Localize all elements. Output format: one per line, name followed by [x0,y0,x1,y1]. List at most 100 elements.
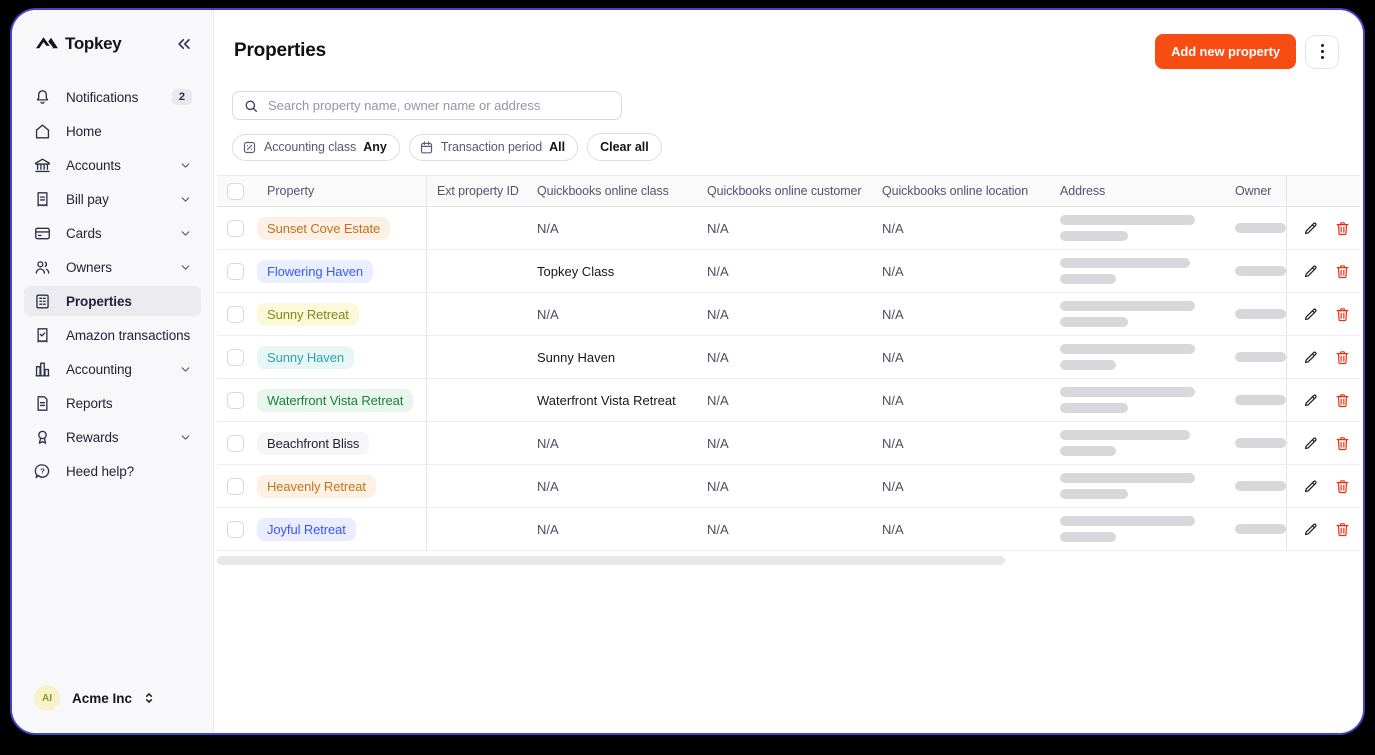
sidebar-item-cards[interactable]: Cards [24,218,201,248]
trash-icon[interactable] [1334,306,1351,323]
property-name-pill[interactable]: Sunny Haven [257,345,354,369]
address-cell [1050,473,1225,499]
home-icon [33,122,52,141]
quickbooks-customer-cell: N/A [707,220,729,236]
address-cell [1050,258,1225,284]
quickbooks-location-cell: N/A [882,435,904,451]
row-actions [1287,263,1360,280]
property-name-pill[interactable]: Sunny Retreat [257,302,359,326]
kebab-menu-button[interactable] [1305,34,1339,69]
address-skeleton [1060,516,1195,526]
sidebar-item-label: Cards [66,225,102,241]
org-avatar: AI [34,685,60,711]
address-cell [1050,516,1225,542]
pencil-icon[interactable] [1302,521,1319,538]
trash-icon[interactable] [1334,521,1351,538]
property-name-pill[interactable]: Heavenly Retreat [257,474,376,498]
address-skeleton [1060,473,1195,483]
quickbooks-customer-cell: N/A [707,478,729,494]
sidebar-item-amazon-transactions[interactable]: Amazon transactions [24,320,201,350]
sidebar-item-label: Accounts [66,157,121,173]
table-row: Sunset Cove Estate N/A N/A N/A [217,207,1360,250]
double-chevron-left-icon[interactable] [175,35,193,53]
pencil-icon[interactable] [1302,478,1319,495]
transaction-period-filter-chip[interactable]: Transaction period All [408,133,579,161]
property-name-pill[interactable]: Flowering Haven [257,259,374,283]
scrollbar-thumb[interactable] [217,556,1005,565]
trash-icon[interactable] [1334,392,1351,409]
property-cell: Waterfront Vista Retreat [217,379,427,421]
pencil-icon[interactable] [1302,349,1319,366]
table-header: Property Ext property ID Quickbooks onli… [217,175,1360,207]
pencil-icon[interactable] [1302,220,1319,237]
quickbooks-location-cell: N/A [882,220,904,236]
row-checkbox[interactable] [227,262,244,280]
row-checkbox[interactable] [227,219,244,237]
property-cell: Beachfront Bliss [217,422,427,464]
property-name-pill[interactable]: Waterfront Vista Retreat [257,388,414,412]
owner-cell [1225,508,1287,550]
trash-icon[interactable] [1334,263,1351,280]
sidebar-item-owners[interactable]: Owners [24,252,201,282]
sidebar-item-home[interactable]: Home [24,116,201,146]
pencil-icon[interactable] [1302,306,1319,323]
owner-skeleton [1235,223,1286,233]
sidebar-item-accounting[interactable]: Accounting [24,354,201,384]
calendar-icon [419,140,434,155]
table-row: Joyful Retreat N/A N/A N/A [217,508,1360,551]
row-actions [1287,478,1360,495]
property-cell: Sunny Retreat [217,293,427,335]
trash-icon[interactable] [1334,220,1351,237]
trash-icon[interactable] [1334,478,1351,495]
document-icon [33,394,52,413]
bell-icon [33,88,52,107]
column-header: Property [267,184,315,198]
sidebar-item-accounts[interactable]: Accounts [24,150,201,180]
mountain-logo-icon [36,35,58,53]
owner-skeleton [1235,481,1286,491]
clear-all-button[interactable]: Clear all [587,133,662,161]
table-row: Sunny Retreat N/A N/A N/A [217,293,1360,336]
row-checkbox[interactable] [227,520,244,538]
row-checkbox[interactable] [227,434,244,452]
address-skeleton [1060,489,1128,499]
owner-skeleton [1235,524,1286,534]
address-cell [1050,215,1225,241]
sidebar-item-heed-help[interactable]: ? Heed help? [24,456,201,486]
quickbooks-class-cell: N/A [537,435,559,451]
row-actions [1287,220,1360,237]
accounting-class-filter-chip[interactable]: Accounting class Any [232,133,400,161]
trash-icon[interactable] [1334,435,1351,452]
add-new-property-button[interactable]: Add new property [1155,34,1296,69]
brand-row: Topkey [12,10,213,72]
sidebar-item-properties[interactable]: Properties [24,286,201,316]
quickbooks-class-cell: Waterfront Vista Retreat [537,392,676,408]
property-name-pill[interactable]: Sunset Cove Estate [257,216,391,240]
trash-icon[interactable] [1334,349,1351,366]
row-actions [1287,306,1360,323]
address-skeleton [1060,231,1128,241]
quickbooks-location-cell: N/A [882,306,904,322]
sidebar-item-bill-pay[interactable]: Bill pay [24,184,201,214]
quickbooks-customer-cell: N/A [707,392,729,408]
pencil-icon[interactable] [1302,392,1319,409]
column-header: Owner [1225,176,1287,206]
sidebar-item-reports[interactable]: Reports [24,388,201,418]
row-checkbox[interactable] [227,305,244,323]
select-all-checkbox[interactable] [227,182,244,200]
property-name-pill[interactable]: Beachfront Bliss [257,431,370,455]
bar-chart-icon [33,360,52,379]
filter-value: All [549,140,566,154]
org-switcher[interactable]: AI Acme Inc [12,667,213,733]
row-checkbox[interactable] [227,348,244,366]
row-checkbox[interactable] [227,391,244,409]
pencil-icon[interactable] [1302,435,1319,452]
sidebar-item-rewards[interactable]: Rewards [24,422,201,452]
property-name-pill[interactable]: Joyful Retreat [257,517,356,541]
org-name: Acme Inc [72,690,133,706]
pencil-icon[interactable] [1302,263,1319,280]
row-checkbox[interactable] [227,477,244,495]
quickbooks-class-cell: N/A [537,478,559,494]
search-input[interactable] [268,98,611,113]
sidebar-item-notifications[interactable]: Notifications 2 [24,82,201,112]
